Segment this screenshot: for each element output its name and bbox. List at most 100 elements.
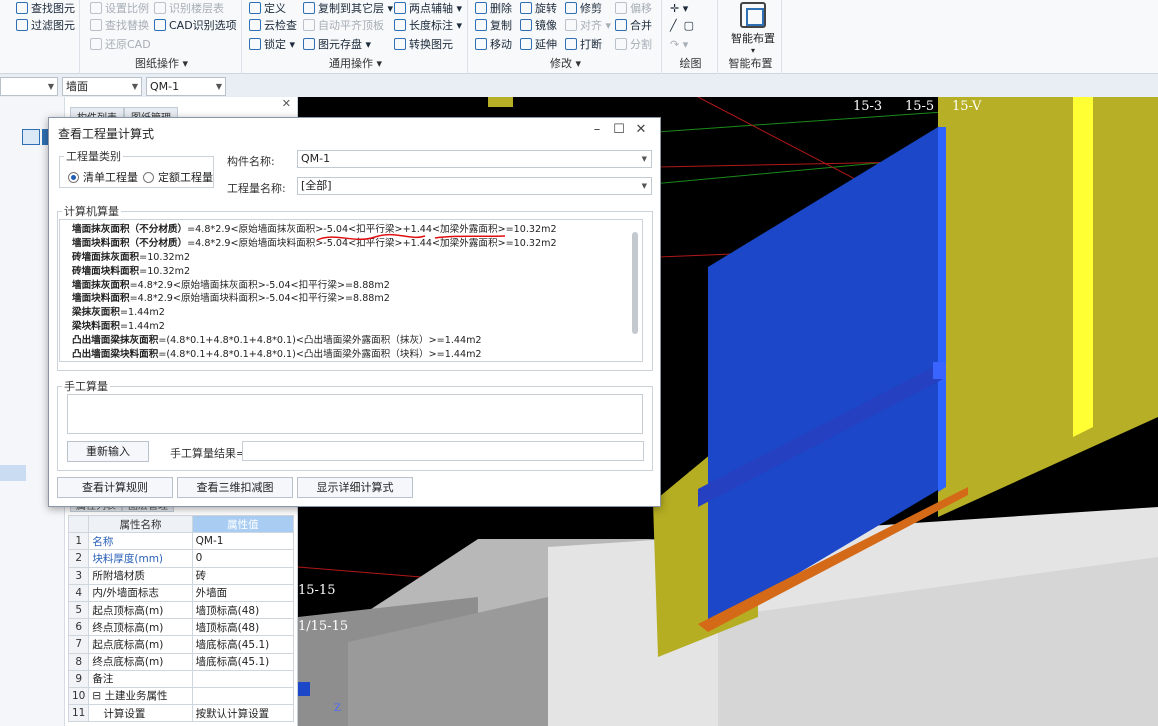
align-button[interactable]: 对齐 ▾ [565,17,611,35]
offset-button[interactable]: 偏移 [615,0,652,18]
point-tool-button[interactable]: ✛ ▾ [670,0,688,18]
calc-item-name: 砖墙面抹灰面积 [72,251,140,263]
quantity-name-select[interactable]: [全部] ▼ [297,177,652,195]
axis-icon [394,2,406,14]
delete-button[interactable]: 删除 [475,0,512,18]
smart-layout-button[interactable]: 智能布置 ▾ [728,2,778,55]
property-value[interactable]: 墙底标高(45.1) [191,652,295,671]
property-value[interactable]: QM-1 [191,532,295,551]
ribbon-group-find: 查找图元 过滤图元 [0,0,80,74]
close-icon[interactable]: ✕ [630,122,652,137]
property-row[interactable]: 10 ⊟ 土建业务属性 [67,686,295,706]
find-element-button[interactable]: 查找图元 [16,0,75,18]
row-number: 10 [67,686,90,706]
cloud-check-button[interactable]: 云检查 [249,17,297,35]
property-value[interactable] [191,686,295,706]
copy-button[interactable]: 复制 [475,17,512,35]
save-icon [303,38,315,50]
property-row[interactable]: 9 备注 [67,669,295,688]
property-value[interactable]: 外墙面 [191,583,295,602]
property-value[interactable]: 按默认计算设置 [191,704,295,723]
close-icon[interactable]: ✕ [282,97,291,110]
property-row[interactable]: 2 块料厚度(mm) 0 [67,549,295,568]
recognize-floor-button[interactable]: 识别楼层表 [154,0,224,18]
property-value[interactable]: 墙顶标高(48) [191,618,295,637]
lock-button[interactable]: 锁定 ▾ [249,36,295,54]
scale-icon [90,2,102,14]
merge-button[interactable]: 合并 [615,17,652,35]
copy-layer-icon [303,2,315,14]
line-tool-button[interactable]: ╱ ▢ [670,17,694,35]
lock-icon [249,38,261,50]
property-row[interactable]: 3 所附墙材质砖 [67,566,295,585]
trim-button[interactable]: 修剪 [565,0,602,18]
reinput-button[interactable]: 重新输入 [67,441,149,462]
auto-align-slab-button[interactable]: 自动平齐顶板 [303,17,384,35]
property-row[interactable]: 7 起点底标高(m) 墙底标高(45.1) [67,635,295,654]
define-button[interactable]: 定义 [249,0,286,18]
break-button[interactable]: 打断 [565,36,602,54]
property-row[interactable]: 4 内/外墙面标志 外墙面 [67,583,295,602]
property-row[interactable]: 11 计算设置 按默认计算设置 [67,704,295,723]
name-combo[interactable]: QM-1 ▼ [146,77,226,96]
two-point-axis-button[interactable]: 两点辅轴 ▾ [394,0,462,18]
manual-calc-input[interactable] [67,394,643,434]
group-label-draw: 绘图 [679,57,702,70]
quota-quantity-radio[interactable]: 定额工程量 [143,169,213,185]
set-scale-button[interactable]: 设置比例 [90,0,149,18]
arc-tool-button[interactable]: ↷ ▾ [670,36,688,54]
view-3d-deduction-button[interactable]: 查看三维扣减图 [177,477,293,498]
row-number: 8 [67,652,90,671]
filter-element-button[interactable]: 过滤图元 [16,17,75,35]
cad-options-button[interactable]: CAD识别选项 [154,17,237,35]
vertical-scrollbar[interactable] [632,232,638,334]
selected-tree-item[interactable] [0,465,26,481]
layer-combo[interactable]: ▼ [0,77,58,96]
axis-label-15-3: 15-3 [853,99,883,114]
property-row[interactable]: 5 起点顶标高(m) 墙顶标高(48) [67,600,295,620]
row-number: 5 [67,600,90,620]
row-number: 3 [67,566,90,585]
calc-item-expr: =(4.8*0.1+4.8*0.1+4.8*0.1)<凸出墙面梁外露面积（抹灰）… [158,335,482,347]
mirror-button[interactable]: 镜像 [520,17,557,35]
bill-quantity-radio[interactable]: 清单工程量 [68,169,138,185]
show-detail-formula-button[interactable]: 显示详细计算式 [297,477,413,498]
ribbon-group-smart: 智能布置 ▾ 智能布置 [720,0,782,74]
rotate-button[interactable]: 旋转 [520,0,557,18]
maximize-icon[interactable]: ☐ [608,122,630,137]
radio-checked-icon [68,172,79,183]
move-icon [475,38,487,50]
extend-button[interactable]: 延伸 [520,36,557,54]
property-value[interactable]: 砖 [191,566,295,585]
type-combo[interactable]: 墙面 ▼ [62,77,142,96]
row-number: 4 [67,583,90,602]
view-calc-rules-button[interactable]: 查看计算规则 [57,477,173,498]
find-icon [16,2,28,14]
property-row[interactable]: 1 名称 QM-1 [67,532,295,551]
calc-item-expr: =10.32m2 [139,265,191,277]
calc-line: 墙面块料面积=4.8*2.9<原始墙面块料面积>-5.04<扣平行梁>=8.88… [60,292,642,306]
calc-formula-list[interactable]: 墙面抹灰面积（不分材质） =4.8*2.9<原始墙面抹灰面积>-5.04<扣平行梁… [59,219,643,362]
property-value[interactable] [191,669,295,688]
property-value[interactable]: 0 [191,549,295,568]
quantity-name-label: 工程量名称: [227,182,286,195]
length-dim-button[interactable]: 长度标注 ▾ [394,17,462,35]
calc-line: 砖墙面块料面积=10.32m2 [60,265,642,279]
convert-element-button[interactable]: 转换图元 [394,36,453,54]
save-element-button[interactable]: 图元存盘 ▾ [303,36,371,54]
property-row[interactable]: 6 终点顶标高(m) 墙顶标高(48) [67,618,295,637]
find-replace-button[interactable]: 查找替换 [90,17,149,35]
manual-result-input[interactable] [242,441,644,461]
define-icon [249,2,261,14]
move-button[interactable]: 移动 [475,36,512,54]
minimize-icon[interactable]: – [586,122,608,137]
property-row[interactable]: 8 终点底标高(m) 墙底标高(45.1) [67,652,295,671]
property-value[interactable]: 墙顶标高(48) [191,600,295,620]
split-button[interactable]: 分割 [615,36,652,54]
restore-cad-button[interactable]: 还原CAD [90,36,151,54]
copy-to-layer-button[interactable]: 复制到其它层 ▾ [303,0,393,18]
component-name-select[interactable]: QM-1 ▼ [297,150,652,168]
property-value[interactable]: 墙底标高(45.1) [191,635,295,654]
list-view-icon[interactable] [22,129,40,145]
calc-line: 凸出墙面梁抹灰面积=(4.8*0.1+4.8*0.1+4.8*0.1)<凸出墙面… [60,334,642,348]
